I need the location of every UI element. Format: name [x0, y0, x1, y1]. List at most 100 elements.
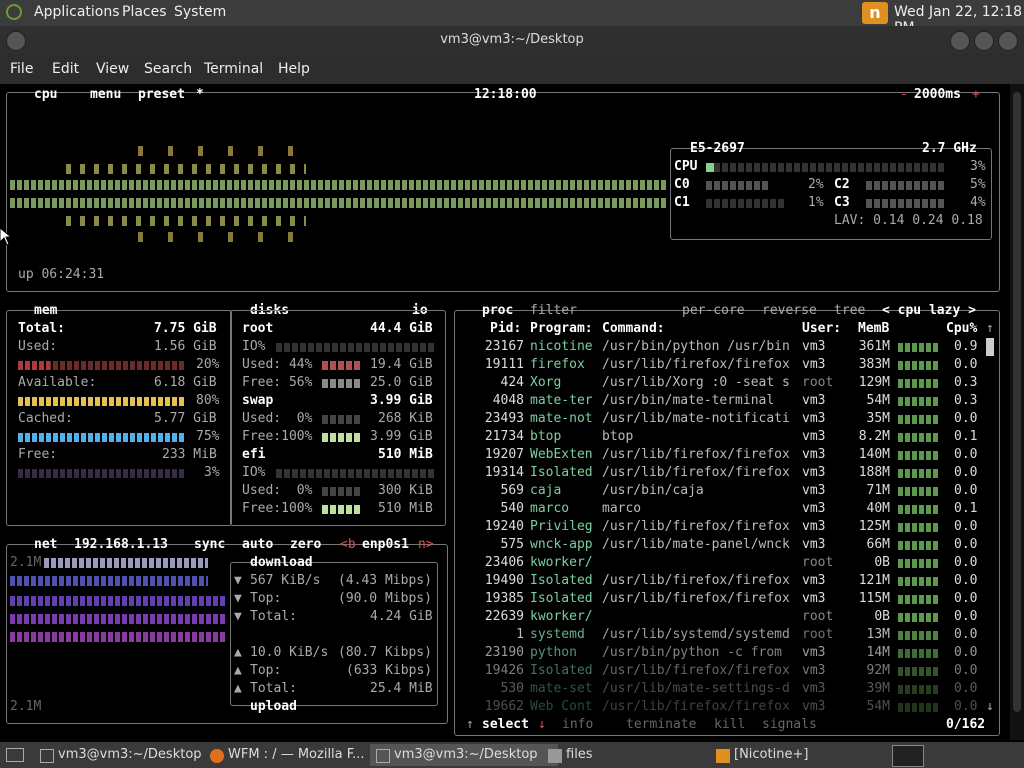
proc-cell-pid: 19662 [484, 699, 524, 714]
net-auto-toggle[interactable]: auto [242, 537, 273, 552]
proc-cell-user: vm3 [802, 483, 826, 498]
menu-file[interactable]: File [10, 61, 33, 77]
disk-swap-size: 3.99 GiB [370, 393, 433, 408]
menu-view[interactable]: View [96, 61, 129, 77]
proc-signals-button[interactable]: signals [762, 717, 817, 732]
proc-kill-button[interactable]: kill [714, 717, 745, 732]
cpu-menu-label[interactable]: menu [90, 87, 121, 102]
maximize-button[interactable] [974, 31, 994, 51]
col-mem[interactable]: MemB [858, 321, 889, 336]
net-prev-iface[interactable]: <b [340, 537, 356, 552]
cpu-box-label[interactable]: cpu [34, 87, 57, 102]
mate-logo-icon[interactable] [6, 4, 22, 20]
proc-filter-button[interactable]: filter [530, 303, 577, 318]
proc-cell-cpu: 0.0 [954, 411, 978, 426]
menu-edit[interactable]: Edit [52, 61, 79, 77]
nicotine-tray-icon[interactable]: n [862, 2, 888, 24]
task-terminal-1[interactable]: vm3@vm3:~/Desktop [34, 744, 218, 766]
mem-box-label[interactable]: mem [34, 303, 57, 318]
task-terminal-2[interactable]: vm3@vm3:~/Desktop [370, 744, 558, 766]
net-next-iface[interactable]: n> [418, 537, 434, 552]
task-firefox[interactable]: WFM : / — Mozilla F... [204, 744, 388, 766]
proc-cell-prog: marco [530, 501, 570, 516]
window-titlebar[interactable]: vm3@vm3:~/Desktop [0, 26, 1024, 54]
proc-scroll-up-icon[interactable]: ↑ [986, 321, 994, 336]
disk-swap-free-label: Free:100% [242, 429, 313, 444]
proc-box-label[interactable]: proc [482, 303, 513, 318]
mem-used-label: Used: [18, 339, 58, 354]
col-command[interactable]: Command: [602, 321, 665, 336]
cpu-preset-label[interactable]: preset [138, 87, 185, 102]
task-nicotine[interactable]: [Nicotine+] [710, 744, 894, 766]
cpu-graph [10, 144, 666, 244]
proc-cell-cmd: /usr/lib/mate-settings-d [602, 681, 790, 696]
minimize-button[interactable] [950, 31, 970, 51]
proc-scroll-down-icon[interactable]: ↓ [986, 699, 994, 714]
proc-cell-prog: Privileg [530, 519, 593, 534]
menu-help[interactable]: Help [278, 61, 310, 77]
net-ip: 192.168.1.13 [74, 537, 168, 552]
close-button[interactable] [998, 31, 1018, 51]
show-desktop-icon[interactable] [6, 748, 24, 762]
proc-select-label[interactable]: select [482, 717, 529, 732]
core-c1-meter [706, 199, 786, 208]
proc-cell-mem: 35M [866, 411, 890, 426]
applications-menu[interactable]: Applications [34, 4, 120, 20]
terminal-area[interactable]: cpu menu preset * 12:18:00 - 2000ms + up… [0, 84, 1010, 740]
col-user[interactable]: User: [802, 321, 841, 336]
menu-search[interactable]: Search [144, 61, 192, 77]
col-program[interactable]: Program: [530, 321, 593, 336]
proc-cell-pid: 4048 [492, 393, 524, 408]
proc-cell-user: vm3 [802, 429, 826, 444]
proc-cell-cpu: 0.0 [954, 699, 978, 714]
disk-root-size: 44.4 GiB [370, 321, 433, 336]
proc-sort-selector[interactable]: < cpu lazy > [882, 303, 976, 318]
proc-cell-mem: 54M [866, 699, 890, 714]
proc-per-core-toggle[interactable]: per-core [682, 303, 745, 318]
proc-cell-cpu: 0.0 [954, 465, 978, 480]
workspace-switcher[interactable] [892, 745, 924, 767]
mem-used: 1.56 GiB [154, 339, 217, 354]
core-c1-pct: 1% [808, 195, 824, 210]
proc-cell-user: vm3 [802, 681, 826, 696]
mem-total-label: Total: [18, 321, 65, 336]
proc-scrollbar-thumb[interactable] [986, 338, 994, 356]
proc-reverse-toggle[interactable]: reverse [762, 303, 817, 318]
select-down-icon[interactable]: ↓ [538, 717, 546, 732]
disk-root-io-meter [276, 343, 434, 352]
proc-cpu-meter [898, 343, 938, 352]
interval-plus-button[interactable]: + [972, 87, 980, 102]
proc-cell-cpu: 0.0 [954, 663, 978, 678]
proc-info-button[interactable]: info [562, 717, 593, 732]
terminal-scrollbar-thumb[interactable] [1013, 92, 1021, 712]
window-menu-button[interactable] [6, 31, 26, 51]
proc-terminate-button[interactable]: terminate [626, 717, 696, 732]
proc-cell-pid: 424 [500, 375, 524, 390]
ul-total-label: Total: [250, 681, 297, 696]
ul-top: (633 Kibps) [346, 663, 433, 678]
proc-cell-cmd: marco [602, 501, 642, 516]
disk-swap-free: 3.99 GiB [370, 429, 433, 444]
places-menu[interactable]: Places [122, 4, 167, 20]
net-zero-button[interactable]: zero [290, 537, 321, 552]
proc-cell-pid: 23190 [484, 645, 524, 660]
proc-cell-prog: firefox [530, 357, 585, 372]
proc-tree-toggle[interactable]: tree [834, 303, 865, 318]
terminal-scrollbar[interactable] [1010, 84, 1024, 740]
proc-cell-prog: Isolated [530, 465, 593, 480]
terminal-icon [40, 749, 54, 763]
net-sync-toggle[interactable]: sync [194, 537, 225, 552]
disk-swap-free-meter [322, 433, 362, 442]
mem-cached: 5.77 GiB [154, 411, 217, 426]
col-pid[interactable]: Pid: [490, 321, 521, 336]
menu-terminal[interactable]: Terminal [204, 61, 263, 77]
task-files[interactable]: files [542, 744, 716, 766]
dl-total-label: Total: [250, 609, 297, 624]
select-up-icon[interactable]: ↑ [466, 717, 474, 732]
interval-minus-button[interactable]: - [900, 87, 908, 102]
col-cpu[interactable]: Cpu% [946, 321, 977, 336]
proc-cell-user: root [802, 555, 834, 570]
proc-cell-cmd: /usr/lib/firefox/firefox [602, 573, 790, 588]
net-box-label[interactable]: net [34, 537, 57, 552]
system-menu[interactable]: System [174, 4, 226, 20]
